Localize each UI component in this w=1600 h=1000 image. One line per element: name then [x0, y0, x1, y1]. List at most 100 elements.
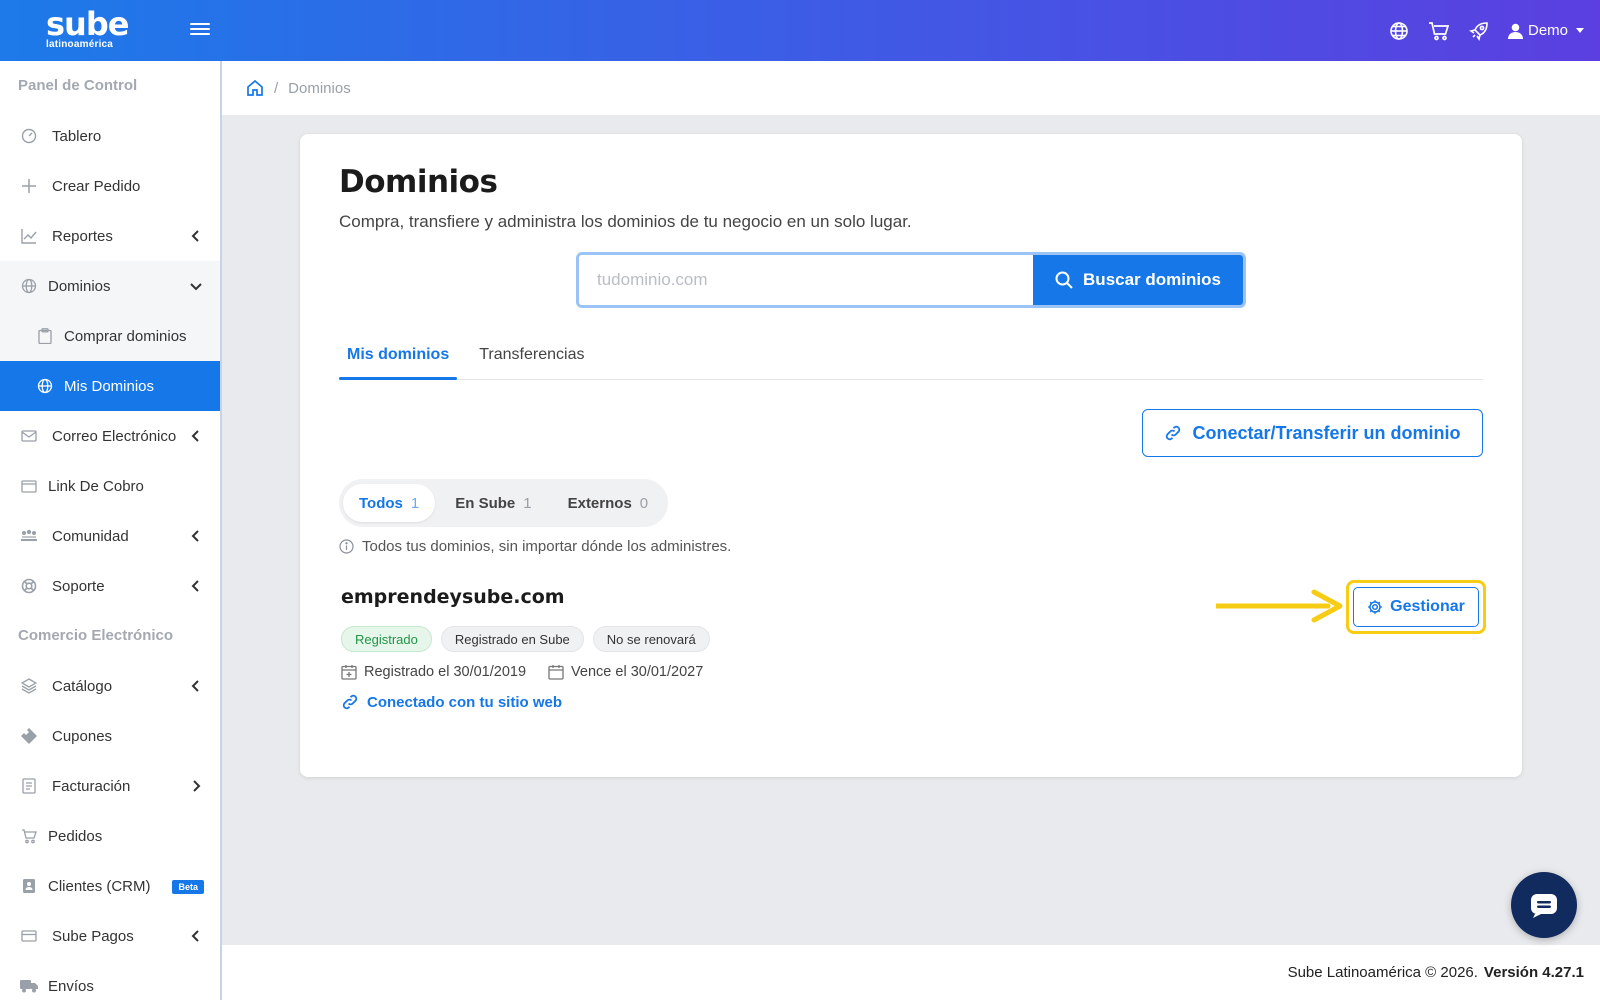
hint-text: Todos tus dominios, sin importar dónde l… [362, 538, 732, 555]
sidebar-item-dominios[interactable]: Dominios [0, 261, 220, 311]
connect-transfer-domain-button[interactable]: Conectar/Transferir un dominio [1142, 409, 1483, 457]
sidebar-item-catalogo[interactable]: Catálogo [0, 661, 220, 711]
filter-label: Externos [567, 494, 632, 512]
info-icon [339, 539, 354, 554]
caret-down-icon [1576, 28, 1584, 33]
domain-dates: Registrado el 30/01/2019 Vence el 30/01/… [341, 664, 703, 680]
globe-icon [20, 277, 38, 295]
sidebar-item-link-de-cobro[interactable]: Link De Cobro [0, 461, 220, 511]
filter-count: 1 [523, 494, 532, 512]
sidebar-item-correo[interactable]: Correo Electrónico [0, 411, 220, 461]
user-menu[interactable]: Demo [1507, 22, 1584, 39]
rocket-icon[interactable] [1468, 20, 1490, 42]
sidebar-item-pedidos[interactable]: Pedidos [0, 811, 220, 861]
section-panel-de-control: Panel de Control [18, 77, 138, 94]
filter-count: 1 [410, 494, 420, 512]
sidebar-item-label: Dominios [48, 277, 111, 295]
filter-externos[interactable]: Externos 0 [552, 484, 665, 522]
sidebar-item-envios[interactable]: Envíos [0, 961, 220, 1000]
sidebar-item-label: Link De Cobro [48, 477, 144, 495]
filter-todos[interactable]: Todos 1 [343, 484, 436, 522]
sidebar-item-label: Catálogo [52, 677, 113, 695]
clipboard-icon [36, 327, 54, 345]
sidebar-item-label: Pedidos [48, 827, 103, 845]
sidebar-item-cupones[interactable]: Cupones [0, 711, 220, 761]
contact-icon [20, 877, 38, 895]
sidebar-item-tablero[interactable]: Tablero [0, 111, 220, 161]
footer-version: Versión 4.27.1 [1483, 964, 1584, 981]
sidebar-item-label: Comprar dominios [64, 327, 187, 345]
globe-icon[interactable] [1388, 20, 1410, 42]
sidebar-item-label: Correo Electrónico [52, 427, 177, 445]
sidebar-item-clientes-crm[interactable]: Clientes (CRM) Beta [0, 861, 220, 911]
hamburger-menu-icon[interactable] [190, 20, 210, 40]
filter-hint: Todos tus dominios, sin importar dónde l… [339, 538, 731, 555]
sidebar-item-label: Cupones [52, 727, 113, 745]
chat-icon [1531, 894, 1557, 918]
sidebar-item-mis-dominios[interactable]: Mis Dominios [0, 361, 220, 411]
tab-transferencias[interactable]: Transferencias [471, 330, 592, 379]
sidebar-item-label: Mis Dominios [64, 377, 155, 395]
sidebar-item-label: Facturación [52, 777, 131, 795]
filter-label: Todos [359, 494, 403, 512]
domain-search-input[interactable] [579, 255, 1033, 305]
status-badge-no-renew: No se renovará [592, 626, 710, 652]
home-icon[interactable] [246, 79, 264, 97]
sidebar-item-label: Reportes [52, 227, 113, 245]
status-badge-registered-in-sube: Registrado en Sube [440, 626, 584, 652]
sidebar-item-label: Tablero [52, 127, 102, 145]
cart-icon[interactable] [1428, 20, 1450, 42]
sidebar-item-crear-pedido[interactable]: Crear Pedido [0, 161, 220, 211]
chevron-left-icon [191, 530, 199, 542]
beta-badge: Beta [172, 880, 204, 894]
breadcrumb-current: Dominios [288, 79, 351, 97]
logo-wordmark: sube [46, 5, 129, 43]
link-icon [342, 694, 358, 710]
chevron-left-icon [191, 430, 199, 442]
sidebar-item-sube-pagos[interactable]: Sube Pagos [0, 911, 220, 961]
lifebuoy-icon [20, 577, 38, 595]
gear-icon [1368, 600, 1382, 614]
domain-name[interactable]: emprendeysube.com [341, 586, 565, 608]
chevron-left-icon [191, 230, 199, 242]
wallet-icon [20, 477, 38, 495]
sidebar-item-facturacion[interactable]: Facturación [0, 761, 220, 811]
sidebar: Panel de Control Tablero Crear Pedido Re… [0, 61, 222, 1000]
sidebar-item-comprar-dominios[interactable]: Comprar dominios [0, 311, 220, 361]
calendar-icon [548, 665, 564, 680]
breadcrumb-separator: / [274, 79, 279, 97]
sube-logo[interactable]: sube latinoamérica [46, 5, 129, 54]
domains-card: Dominios Compra, transfiere y administra… [300, 134, 1522, 777]
chat-widget-button[interactable] [1511, 872, 1577, 938]
top-bar: sube latinoamérica Demo [0, 0, 1600, 61]
ticket-icon [20, 727, 38, 745]
connect-button-label: Conectar/Transferir un dominio [1192, 422, 1461, 443]
domain-badges: Registrado Registrado en Sube No se reno… [341, 626, 710, 652]
registered-date: Registrado el 30/01/2019 [341, 664, 526, 680]
manage-domain-button[interactable]: Gestionar [1353, 587, 1479, 627]
sidebar-item-comunidad[interactable]: Comunidad [0, 511, 220, 561]
connected-site-link[interactable]: Conectado con tu sitio web [341, 693, 562, 711]
page-title: Dominios [339, 164, 498, 200]
footer-copyright: Sube Latinoamérica © 2026. [1287, 964, 1478, 981]
domain-filter-pills: Todos 1 En Sube 1 Externos 0 [339, 479, 669, 527]
filter-en-sube[interactable]: En Sube 1 [439, 484, 547, 522]
truck-icon [20, 977, 38, 995]
sidebar-item-label: Comunidad [52, 527, 129, 545]
section-comercio-electronico: Comercio Electrónico [18, 627, 174, 644]
search-button-label: Buscar dominios [1083, 270, 1221, 289]
expiry-date-text: Vence el 30/01/2027 [571, 664, 704, 680]
calendar-plus-icon [341, 665, 357, 680]
invoice-icon [20, 777, 38, 795]
search-domains-button[interactable]: Buscar dominios [1033, 255, 1243, 305]
chevron-left-icon [191, 580, 199, 592]
sidebar-item-reportes[interactable]: Reportes [0, 211, 220, 261]
domain-tabs: Mis dominios Transferencias [339, 330, 1483, 380]
status-badge-registered: Registrado [341, 626, 432, 652]
chevron-right-icon [193, 780, 201, 792]
layers-icon [20, 677, 38, 695]
plus-icon [20, 177, 38, 195]
tab-mis-dominios[interactable]: Mis dominios [339, 330, 458, 380]
cart-icon [20, 827, 38, 845]
sidebar-item-soporte[interactable]: Soporte [0, 561, 220, 611]
